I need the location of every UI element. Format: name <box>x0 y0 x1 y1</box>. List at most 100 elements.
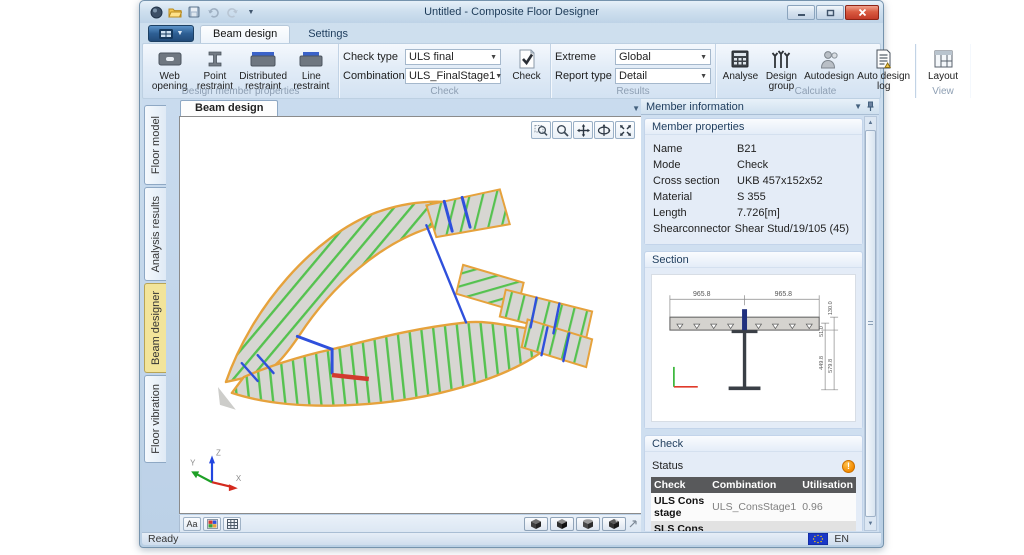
warning-icon: ! <box>842 459 855 473</box>
section-title: Section <box>645 252 862 268</box>
tab-settings[interactable]: Settings <box>296 26 360 43</box>
app-logo-icon[interactable] <box>148 5 164 19</box>
chevron-down-icon: ▼ <box>490 53 497 61</box>
text-display-button[interactable]: Aa <box>183 516 201 531</box>
axis-y-label: Y <box>190 458 196 467</box>
axis-z-label: Z <box>216 448 221 457</box>
layout-button[interactable]: Layout <box>920 46 966 82</box>
scrollbar-grip <box>868 320 873 327</box>
qat-dropdown-icon[interactable]: ▼ <box>243 5 259 19</box>
group-label-check: Check <box>430 86 459 97</box>
section-box: Section 965.8 965.8 51.0 130.0 449.8 579… <box>644 251 863 429</box>
extreme-label: Extreme <box>555 51 596 63</box>
member-information-panel: Member information ▼ Member properties N… <box>641 99 879 533</box>
table-row[interactable]: SLS Cons stageSLS_ConsStage10.93 <box>651 521 856 531</box>
panel-top-right[interactable] <box>425 188 512 239</box>
floor-model-3d-view[interactable]: Z X Y <box>180 117 641 513</box>
extreme-select[interactable]: Global ▼ <box>615 49 711 65</box>
layout-icon <box>934 48 953 70</box>
scrollbar-thumb[interactable] <box>865 130 876 517</box>
zoom-fit-button[interactable] <box>615 121 635 139</box>
distributed-restraint-icon <box>250 48 276 70</box>
main-area: Floor model Analysis results Beam design… <box>142 99 881 533</box>
application-menu-button[interactable]: ▼ <box>148 25 194 42</box>
tab-beam-design[interactable]: Beam design <box>200 25 291 43</box>
combination-select[interactable]: ULS_FinalStage1 ▼ <box>405 68 502 84</box>
zoom-window-button[interactable] <box>531 121 551 139</box>
dim-d2: 130.0 <box>828 301 834 315</box>
table-row[interactable]: ULS Cons stage ULS_ConsStage1 0.96 <box>651 493 856 521</box>
member-information-header[interactable]: Member information ▼ <box>641 99 879 115</box>
group-label-results: Results <box>616 86 650 97</box>
check-run-button[interactable]: Check <box>507 46 546 82</box>
group-view: Layout View <box>916 44 970 98</box>
minimize-button[interactable] <box>787 4 815 20</box>
section-axis <box>673 366 698 388</box>
restore-button[interactable] <box>816 4 844 20</box>
property-row: Material S 355 <box>653 191 766 203</box>
autodesign-button[interactable]: Autodesign <box>802 46 857 82</box>
web-opening-icon <box>158 48 182 70</box>
zoom-button[interactable] <box>552 121 572 139</box>
line-restraint-icon <box>299 48 323 70</box>
point-restraint-icon <box>206 48 224 70</box>
panel-dropdown-icon[interactable]: ▼ <box>854 102 862 111</box>
group-results: Extreme Global ▼ Report type Detail ▼ Re… <box>551 44 716 98</box>
report-type-select[interactable]: Detail ▼ <box>615 68 711 84</box>
check-results-table: Check Combination Utilisation ULS Cons s… <box>651 477 856 531</box>
group-label-calculate: Calculate <box>794 86 837 97</box>
panel-scrollbar[interactable]: ▲ ▼ <box>864 116 877 531</box>
ribbon-tab-row: ▼ Beam design Settings <box>140 23 883 43</box>
pan-button[interactable] <box>573 121 593 139</box>
sidebar-item-beam-designer[interactable]: Beam designer <box>144 283 166 373</box>
selected-stud <box>742 309 748 332</box>
grid-toggle-button[interactable] <box>223 516 241 531</box>
property-row: Cross section UKB 457x152x52 <box>653 175 823 187</box>
view-shaded-button[interactable] <box>576 516 600 531</box>
property-row: Name B21 <box>653 143 757 155</box>
sidebar-item-floor-vibration[interactable]: Floor vibration <box>144 375 166 463</box>
axis-triad: Z X Y <box>190 448 242 492</box>
property-row: Length 7.726[m] <box>653 207 780 219</box>
combination-label: Combination <box>343 70 405 82</box>
property-row: Shearconnector Shear Stud/19/105 (45) <box>653 223 850 235</box>
orbit-button[interactable] <box>594 121 614 139</box>
axis-x-label: X <box>236 474 242 483</box>
model-viewport[interactable]: Z X Y <box>179 116 642 514</box>
render-mode-button[interactable] <box>203 516 221 531</box>
title-bar[interactable]: ▼ Untitled - Composite Floor Designer <box>140 1 883 23</box>
save-icon[interactable] <box>186 5 202 19</box>
scroll-down-icon[interactable]: ▼ <box>865 518 876 530</box>
group-design-member-properties: Web opening Point restraint Distributed … <box>143 44 339 98</box>
status-text: Ready <box>148 533 179 545</box>
eu-flag-icon[interactable] <box>808 533 829 545</box>
analyse-button[interactable]: Analyse <box>720 46 761 82</box>
document-tab-beam-design[interactable]: Beam design <box>180 100 279 116</box>
viewport-footer-toolbar: Aa <box>179 515 642 533</box>
view-hidden-line-button[interactable] <box>550 516 574 531</box>
scroll-up-icon[interactable]: ▲ <box>865 117 876 129</box>
open-icon[interactable] <box>167 5 183 19</box>
undo-icon[interactable] <box>205 5 221 19</box>
language-indicator[interactable]: EN <box>834 533 849 545</box>
group-calculate: Analyse Design group Autodesign Auto des… <box>716 44 916 98</box>
redo-icon[interactable] <box>224 5 240 19</box>
chevron-down-icon: ▼ <box>700 72 707 80</box>
sidebar-item-floor-model[interactable]: Floor model <box>144 105 166 185</box>
status-label: Status <box>652 460 684 472</box>
pin-icon[interactable] <box>867 101 874 112</box>
doc-tab-menu-icon[interactable]: ▼ <box>632 104 640 113</box>
auto-design-log-icon <box>875 48 892 70</box>
member-information-content: Member properties Name B21 Mode Check Cros… <box>643 116 864 531</box>
close-button[interactable] <box>845 4 879 20</box>
group-check: Check type ULS final ▼ Combination ULS_F… <box>339 44 551 98</box>
dim-left: 965.8 <box>693 291 711 298</box>
sidebar-item-analysis-results[interactable]: Analysis results <box>144 187 166 281</box>
group-label-design: Design member properties <box>181 86 300 97</box>
check-type-select[interactable]: ULS final ▼ <box>405 49 501 65</box>
view-rendered-button[interactable] <box>602 516 626 531</box>
view-wireframe-button[interactable] <box>524 516 548 531</box>
expand-viewport-icon[interactable] <box>628 519 638 529</box>
ribbon: Web opening Point restraint Distributed … <box>142 43 958 99</box>
member-properties-title: Member properties <box>645 119 862 135</box>
